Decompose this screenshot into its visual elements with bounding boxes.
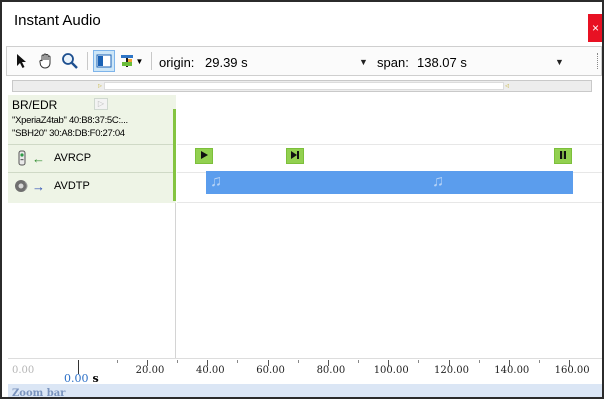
- axis-minor-tick: [297, 360, 299, 363]
- group-title: BR/EDR: [12, 98, 58, 112]
- track-labels-panel: BR/EDR ▷ "XperiaZ4tab" 40:B8:37:5C:... "…: [8, 95, 176, 359]
- play-icon: [199, 149, 209, 163]
- axis-minor-tick: [478, 360, 480, 363]
- track-label: AVRCP: [54, 152, 92, 164]
- span-value[interactable]: 138.07 s: [417, 55, 467, 70]
- pause-event[interactable]: [554, 148, 572, 164]
- axis-tick-label: 60.00: [256, 365, 285, 376]
- axis-tick-label: 140.00: [494, 365, 530, 376]
- axis-minor-tick: [418, 360, 420, 363]
- magnifier-icon: [61, 52, 79, 70]
- axis-tick-label: 100.00: [373, 365, 409, 376]
- device-remote-icon: [14, 150, 30, 166]
- span-dropdown-icon[interactable]: ▼: [555, 57, 564, 67]
- axis-tick-label: 160.00: [554, 365, 590, 376]
- range-thumb[interactable]: [104, 82, 504, 90]
- axis-minor-tick: [116, 360, 118, 363]
- chevron-down-icon: ▼: [135, 56, 144, 66]
- axis-minor-tick: [538, 360, 540, 363]
- row-separator: [8, 144, 173, 145]
- pause-icon: [558, 149, 568, 163]
- origin-dropdown-icon[interactable]: ▼: [359, 57, 368, 67]
- span-label: span:: [377, 55, 409, 70]
- track-separator: [177, 202, 602, 203]
- axis-tick-label: 40.00: [195, 365, 225, 376]
- toolbar: ▼ origin: 29.39 s ▼ span: 138.07 s ▼: [6, 46, 602, 76]
- timeline-overview-scrollbar[interactable]: ▹ ◃: [12, 80, 592, 92]
- axis-start-label: 0.00: [12, 365, 35, 376]
- pointer-icon: [15, 53, 29, 69]
- group-collapse-toggle[interactable]: ▷: [94, 98, 108, 110]
- arrow-left-icon: ←: [32, 150, 45, 166]
- axis-minor-tick: [358, 360, 360, 363]
- axis-tick-label: 20.00: [135, 365, 165, 376]
- toolbar-separator: [151, 52, 152, 70]
- timeline-area[interactable]: ♫ ♫: [177, 95, 602, 359]
- music-note-icon: ♫: [210, 173, 222, 190]
- axis-tick-label: 120.00: [434, 365, 469, 376]
- axis-minor-tick: [177, 360, 179, 363]
- panel-layout-icon: [96, 53, 112, 69]
- select-pointer-button[interactable]: [11, 50, 33, 72]
- music-note-icon: ♫: [432, 173, 444, 190]
- window-title: Instant Audio: [14, 12, 101, 29]
- next-event[interactable]: [286, 148, 304, 164]
- row-separator: [8, 172, 173, 173]
- mark-dropdown-button[interactable]: ▼: [117, 50, 145, 72]
- group-accent-bar: [173, 109, 176, 201]
- zoom-bar-label: Zoom bar: [12, 388, 66, 399]
- arrow-right-icon: →: [32, 178, 45, 194]
- track-row-avrcp[interactable]: ← AVRCP: [8, 146, 173, 170]
- track-row-avdtp[interactable]: → AVDTP: [8, 174, 173, 198]
- time-axis[interactable]: 0.00 0.00 s 20.00 40.00 60.00 80.00 100.00 120…: [8, 358, 602, 385]
- br-edr-group: BR/EDR ▷ "XperiaZ4tab" 40:B8:37:5C:... "…: [8, 95, 176, 203]
- title-bar: Instant Audio ×: [2, 2, 602, 42]
- origin-value[interactable]: 29.39 s: [205, 55, 248, 70]
- axis-tick-label: 80.00: [316, 365, 346, 376]
- origin-label: origin:: [159, 55, 195, 70]
- close-button[interactable]: ×: [588, 14, 602, 42]
- hand-icon: [37, 52, 55, 70]
- audio-headset-icon: [14, 178, 30, 194]
- instant-audio-window: Instant Audio × ▼ origin: 29.39 s ▼ span…: [0, 0, 604, 399]
- device-label: "XperiaZ4tab" 40:B8:37:5C:...: [12, 115, 128, 126]
- audio-stream[interactable]: ♫ ♫: [206, 171, 573, 194]
- zoom-bar[interactable]: Zoom bar: [8, 384, 602, 399]
- flag-marker-icon: [119, 53, 135, 69]
- pan-hand-button[interactable]: [35, 50, 57, 72]
- track-separator: [177, 144, 602, 145]
- axis-minor-tick: [237, 360, 239, 363]
- toolbar-overflow-handle[interactable]: [597, 53, 601, 69]
- track-label: AVDTP: [54, 180, 90, 192]
- device-label: "SBH20" 30:A8:DB:F0:27:04: [12, 128, 125, 139]
- play-event[interactable]: [195, 148, 213, 164]
- next-track-icon: [290, 149, 300, 163]
- range-right-handle[interactable]: ◃: [505, 82, 511, 90]
- split-view-button[interactable]: [93, 50, 115, 72]
- zoom-button[interactable]: [59, 50, 81, 72]
- toolbar-separator: [87, 52, 88, 70]
